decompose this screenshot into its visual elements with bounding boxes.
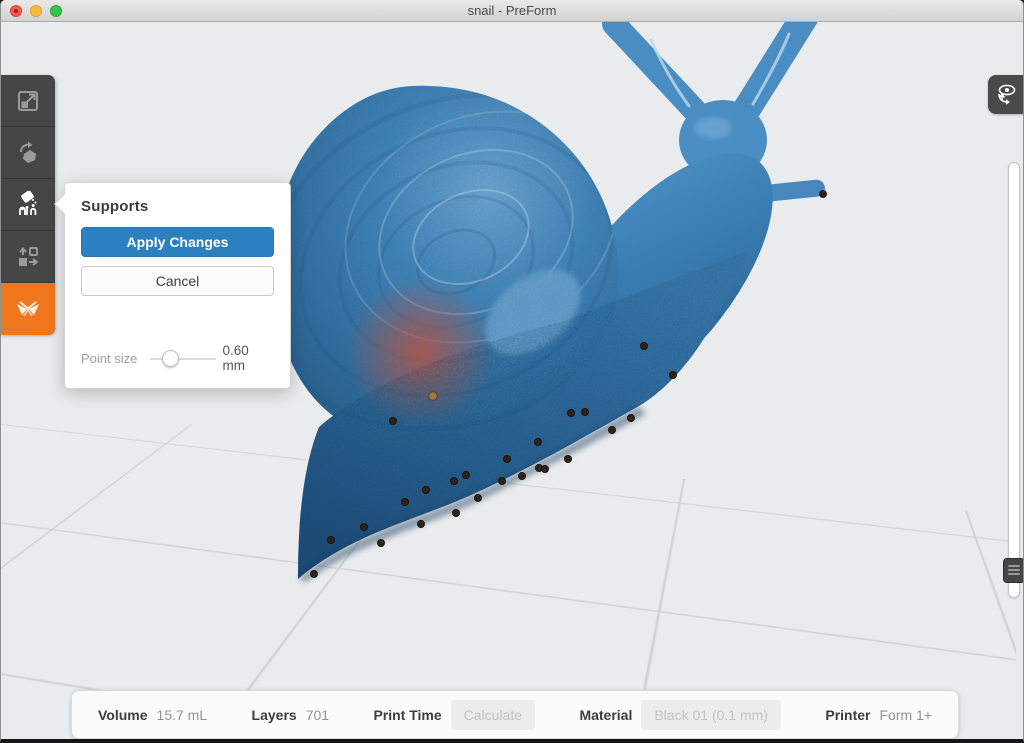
status-bar: Volume 15.7 mL Layers 701 Print Time Cal… (71, 690, 959, 739)
slider-knob[interactable] (162, 350, 179, 367)
support-point[interactable] (474, 494, 481, 501)
support-point[interactable] (452, 509, 459, 516)
orient-tool-button[interactable] (1, 127, 55, 179)
support-point[interactable] (581, 408, 588, 415)
scale-tool-button[interactable] (1, 75, 55, 127)
support-point[interactable] (541, 465, 548, 472)
slider-track (150, 358, 217, 360)
support-point[interactable] (564, 455, 571, 462)
layout-icon (15, 244, 41, 270)
point-size-label: Point size (81, 351, 144, 366)
preform-window: snail - PreForm (0, 0, 1024, 743)
support-point[interactable] (360, 523, 367, 530)
printer-group: Printer Form 1+ (825, 707, 932, 723)
layer-slider-track[interactable] (1008, 162, 1020, 598)
material-group: Material Black 01 (0.1 mm) (579, 700, 781, 730)
scale-icon (15, 88, 41, 114)
support-point[interactable] (518, 472, 525, 479)
print-time-group: Print Time Calculate (373, 700, 535, 730)
window-title: snail - PreForm (1, 3, 1023, 18)
layers-label: Layers (252, 707, 297, 723)
support-point-highlighted[interactable] (429, 392, 437, 400)
support-point[interactable] (327, 536, 334, 543)
support-point[interactable] (462, 471, 469, 478)
support-point[interactable] (503, 455, 510, 462)
head-highlight (695, 117, 731, 139)
orbit-view-icon (994, 82, 1018, 108)
point-size-slider[interactable] (150, 350, 217, 367)
titlebar: snail - PreForm (1, 0, 1023, 22)
support-point[interactable] (498, 477, 505, 484)
volume-label: Volume (98, 707, 148, 723)
print-upload-button[interactable] (1, 283, 55, 335)
support-point[interactable] (450, 477, 457, 484)
formlabs-butterfly-icon (13, 295, 43, 323)
panel-title: Supports (81, 198, 274, 215)
print-time-label: Print Time (373, 707, 441, 723)
tool-sidebar (1, 75, 55, 335)
calculate-button[interactable]: Calculate (451, 700, 535, 730)
layer-slider-handle[interactable] (1003, 558, 1023, 583)
support-point[interactable] (640, 342, 647, 349)
material-label: Material (579, 707, 632, 723)
viewport[interactable]: Supports Apply Changes Cancel Point size… (1, 22, 1023, 739)
tentacle-tip (819, 190, 827, 198)
support-point[interactable] (389, 417, 396, 424)
supports-tool-button[interactable] (1, 179, 55, 231)
apply-changes-button[interactable]: Apply Changes (81, 227, 274, 257)
printer-label: Printer (825, 707, 870, 723)
printer-value: Form 1+ (879, 707, 932, 723)
support-point[interactable] (422, 486, 429, 493)
layers-group: Layers 701 (252, 707, 330, 723)
supports-icon (14, 191, 42, 219)
support-point[interactable] (377, 539, 384, 546)
support-point[interactable] (417, 520, 424, 527)
supports-panel: Supports Apply Changes Cancel Point size… (64, 182, 291, 389)
support-point[interactable] (567, 409, 574, 416)
support-point[interactable] (310, 570, 317, 577)
view-orbit-button[interactable] (988, 75, 1023, 114)
support-point[interactable] (669, 371, 676, 378)
cancel-button[interactable]: Cancel (81, 266, 274, 296)
point-size-row: Point size 0.60 mm (81, 343, 274, 373)
point-size-value: 0.60 mm (222, 343, 274, 373)
support-point[interactable] (401, 498, 408, 505)
volume-group: Volume 15.7 mL (98, 707, 207, 723)
volume-value: 15.7 mL (157, 707, 208, 723)
material-button[interactable]: Black 01 (0.1 mm) (641, 700, 781, 730)
support-point[interactable] (608, 426, 615, 433)
snail-model[interactable] (210, 22, 827, 582)
layers-value: 701 (306, 707, 329, 723)
layout-tool-button[interactable] (1, 231, 55, 283)
rotate-icon (15, 140, 41, 166)
support-point[interactable] (534, 438, 541, 445)
support-point[interactable] (627, 414, 634, 421)
